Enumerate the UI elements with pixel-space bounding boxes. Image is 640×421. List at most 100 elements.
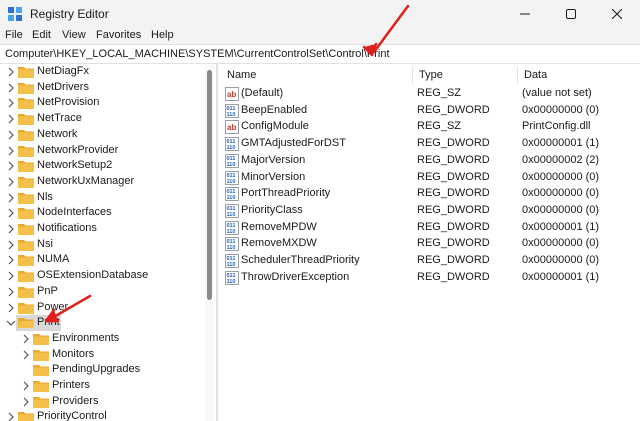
value-type: REG_DWORD: [417, 270, 490, 283]
value-row[interactable]: ab ConfigModule REG_SZ PrintConfig.dll: [220, 119, 640, 135]
value-row[interactable]: 011 110 PriorityClass REG_DWORD 0x00000000 (…: [220, 203, 640, 219]
tree-item[interactable]: NetProvision: [0, 95, 205, 111]
tree-item[interactable]: OSExtensionDatabase: [0, 268, 205, 284]
value-row[interactable]: 011 110 BeepEnabled REG_DWORD 0x00000000 (0): [220, 103, 640, 119]
tree-item[interactable]: NetDiagFx: [0, 64, 205, 80]
tree-expander[interactable]: [6, 193, 16, 203]
tree-item[interactable]: PendingUpgrades: [0, 362, 205, 378]
tree-expander[interactable]: [21, 397, 31, 407]
tree-expander[interactable]: [6, 161, 16, 171]
value-data: 0x00000000 (0): [522, 187, 600, 200]
tree-expander[interactable]: [6, 318, 16, 328]
menu-file[interactable]: File: [5, 29, 23, 41]
tree-item[interactable]: NetworkUxManager: [0, 174, 205, 190]
value-name: ConfigModule: [241, 120, 309, 133]
menu-view[interactable]: View: [62, 29, 86, 41]
tree-item[interactable]: Monitors: [0, 347, 205, 363]
tree-item[interactable]: Nsi: [0, 237, 205, 253]
tree-item[interactable]: Network: [0, 127, 205, 143]
tree-item[interactable]: Environments: [0, 331, 205, 347]
tree-expander[interactable]: [6, 130, 16, 140]
tree-item[interactable]: NetTrace: [0, 111, 205, 127]
pane-splitter[interactable]: [216, 64, 219, 421]
close-button[interactable]: [594, 0, 640, 28]
tree-item[interactable]: NetworkSetup2: [0, 158, 205, 174]
tree-expander[interactable]: [6, 177, 16, 187]
tree-expander[interactable]: [6, 255, 16, 265]
tree-expander[interactable]: [6, 208, 16, 218]
value-name: BeepEnabled: [241, 103, 308, 116]
tree-item-label: PriorityControl: [37, 410, 107, 421]
tree-scrollbar-thumb[interactable]: [207, 70, 212, 300]
chevron-right-icon: [23, 397, 29, 407]
value-name: ThrowDriverException: [241, 270, 350, 283]
value-row[interactable]: ab (Default) REG_SZ (value not set): [220, 86, 640, 102]
value-row[interactable]: 011 110 RemoveMXDW REG_DWORD 0x00000000 (0): [220, 236, 640, 252]
tree-item[interactable]: NetworkProvider: [0, 143, 205, 159]
value-type: REG_SZ: [417, 87, 462, 99]
tree-expander[interactable]: [6, 83, 16, 93]
tree-item[interactable]: Notifications: [0, 221, 205, 237]
tree-item[interactable]: Nls: [0, 190, 205, 206]
tree-expander[interactable]: [6, 224, 16, 234]
tree-item[interactable]: Printers: [0, 378, 205, 394]
tree-expander[interactable]: [6, 146, 16, 156]
chevron-right-icon: [8, 177, 14, 187]
value-data: 0x00000001 (1): [522, 137, 600, 150]
column-header-type[interactable]: Type: [412, 64, 517, 86]
value-row[interactable]: 011 110 ThrowDriverException REG_DWORD 0x000…: [220, 270, 640, 286]
tree-expander[interactable]: [21, 334, 31, 344]
title-bar: Registry Editor: [0, 0, 640, 28]
tree-expander[interactable]: [6, 303, 16, 313]
binary-value-icon: 011110: [225, 203, 239, 218]
tree-item[interactable]: NodeInterfaces: [0, 205, 205, 221]
binary-value-icon: 011110: [225, 270, 239, 285]
tree-expander[interactable]: [6, 271, 16, 281]
tree-item-label: Providers: [52, 394, 99, 407]
chevron-right-icon: [8, 240, 14, 250]
column-header-data[interactable]: Data: [517, 64, 640, 86]
address-bar[interactable]: Computer\HKEY_LOCAL_MACHINE\SYSTEM\Curre…: [0, 44, 640, 64]
tree-item[interactable]: PriorityControl: [0, 409, 205, 421]
value-row[interactable]: 011 110 PortThreadPriority REG_DWORD 0x00000…: [220, 186, 640, 202]
menu-edit[interactable]: Edit: [32, 29, 51, 41]
value-name: RemoveMPDW: [241, 220, 317, 233]
column-header-name[interactable]: Name: [220, 64, 412, 86]
tree-expander[interactable]: [6, 114, 16, 124]
value-type: REG_DWORD: [417, 254, 490, 266]
folder-icon: [33, 365, 49, 377]
folder-icon: [18, 114, 34, 126]
tree-item-label: Power: [37, 300, 69, 313]
tree-expander[interactable]: [6, 287, 16, 297]
menu-favorites[interactable]: Favorites: [96, 29, 141, 41]
tree-item[interactable]: Power: [0, 300, 205, 316]
chevron-right-icon: [8, 67, 14, 77]
tree-expander[interactable]: [6, 412, 16, 421]
value-row[interactable]: 011 110 MajorVersion REG_DWORD 0x00000002 (2…: [220, 153, 640, 169]
minimize-button[interactable]: [502, 0, 548, 28]
tree-scrollbar[interactable]: [205, 64, 214, 421]
tree-expander[interactable]: [6, 67, 16, 77]
value-row[interactable]: 011 110 GMTAdjustedForDST REG_DWORD 0x000000…: [220, 136, 640, 152]
value-data: 0x00000001 (1): [522, 270, 600, 283]
menu-help[interactable]: Help: [151, 29, 174, 41]
value-type: REG_DWORD: [417, 237, 490, 250]
value-row[interactable]: 011 110 SchedulerThreadPriority REG_DWORD 0x…: [220, 253, 640, 269]
svg-text:110: 110: [227, 112, 236, 118]
value-row[interactable]: 011 110 RemoveMPDW REG_DWORD 0x00000001 (1): [220, 220, 640, 236]
tree-expander[interactable]: [6, 98, 16, 108]
tree-expander[interactable]: [6, 240, 16, 250]
tree-item[interactable]: PnP: [0, 284, 205, 300]
tree-expander[interactable]: [21, 381, 31, 391]
tree-item[interactable]: Providers: [0, 394, 205, 410]
tree-item[interactable]: NetDrivers: [0, 80, 205, 96]
chevron-down-icon: [6, 320, 16, 327]
tree-item[interactable]: Print: [0, 315, 205, 332]
value-row[interactable]: 011 110 MinorVersion REG_DWORD 0x00000000 (0…: [220, 170, 640, 186]
binary-value-icon: 011110: [225, 103, 239, 118]
chevron-right-icon: [23, 350, 29, 360]
tree-expander[interactable]: [21, 350, 31, 360]
tree-item[interactable]: NUMA: [0, 252, 205, 268]
svg-text:110: 110: [227, 162, 236, 168]
maximize-button[interactable]: [548, 0, 594, 28]
